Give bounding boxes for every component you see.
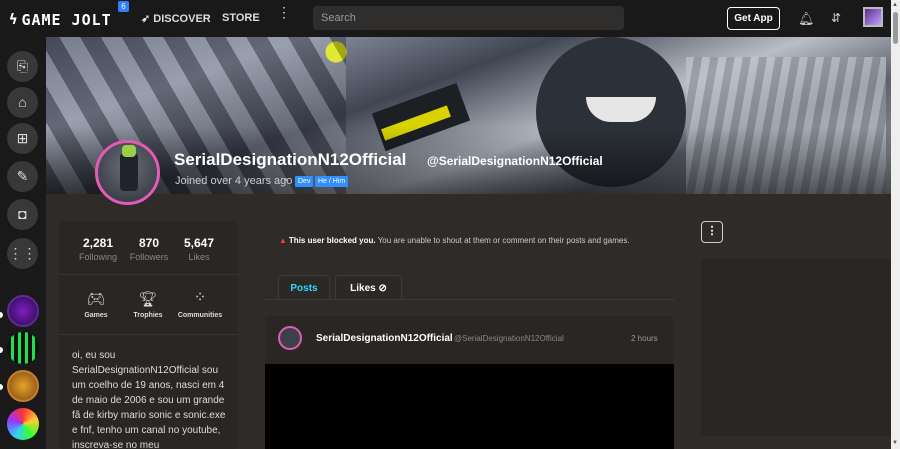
separator-dot: • xyxy=(285,175,289,185)
gamejolt-logo[interactable]: ϟ GAME JOLT xyxy=(9,11,112,29)
profile-options-button[interactable]: ⋮ xyxy=(701,221,723,243)
divider xyxy=(59,274,238,275)
blocked-message: You are unable to shout at them or comme… xyxy=(377,236,630,245)
profile-bio: oi, eu sou SerialDesignationN12Official … xyxy=(72,350,226,449)
realms-icon[interactable]: ◘ xyxy=(7,199,38,230)
profile-banner xyxy=(46,37,891,194)
tabs-underline xyxy=(264,299,674,300)
tab-likes[interactable]: Likes ⊘ xyxy=(335,275,402,300)
joined-date: Joined over 4 years ago xyxy=(175,175,293,187)
profile-username: @SerialDesignationN12Official xyxy=(427,154,603,168)
scrollbar-track[interactable] xyxy=(891,0,900,449)
scroll-up-arrow-icon[interactable]: ▲ xyxy=(892,2,898,8)
post-timestamp: 2 hours xyxy=(631,334,658,343)
divider xyxy=(59,334,238,335)
nav-store-link[interactable]: STORE xyxy=(222,12,260,24)
sidebar-community-2[interactable] xyxy=(7,332,39,364)
following-label: Following xyxy=(78,252,118,262)
notification-count-badge: 6 xyxy=(118,1,129,12)
logo-text: GAME JOLT xyxy=(21,11,112,29)
likes-count[interactable]: 5,647 xyxy=(174,236,224,250)
bell-icon[interactable]: 🔔︎ xyxy=(798,11,815,27)
search-input[interactable] xyxy=(313,6,624,30)
friends-icon[interactable]: ⇵ xyxy=(831,11,841,25)
pronouns-tag: He / Him xyxy=(315,176,349,187)
post-author-avatar[interactable] xyxy=(278,326,302,350)
user-avatar[interactable] xyxy=(863,7,883,27)
following-count[interactable]: 2,281 xyxy=(73,236,123,250)
vertical-ellipsis-icon[interactable]: ⋮ xyxy=(277,5,291,19)
right-sidebar-card xyxy=(701,259,891,436)
hidden-eye-icon: ⊘ xyxy=(378,283,387,294)
store-icon[interactable]: ⌂ xyxy=(7,87,38,118)
sidebar-community-1[interactable] xyxy=(7,295,39,327)
library-icon[interactable]: ⎘ xyxy=(7,51,38,82)
followers-count[interactable]: 870 xyxy=(124,236,174,250)
discover-label: DISCOVER xyxy=(153,13,211,25)
tab-posts[interactable]: Posts xyxy=(278,275,330,300)
games-link[interactable]: Games xyxy=(66,312,126,319)
followers-label: Followers xyxy=(129,252,169,262)
warning-icon: ▲ xyxy=(279,236,287,245)
lightning-bolt-icon: ϟ xyxy=(9,12,19,28)
rocket-icon: ➶ xyxy=(141,13,151,25)
dev-tag: Dev xyxy=(295,176,314,187)
communities-icon[interactable]: ⁘ xyxy=(180,288,220,306)
likes-label: Likes xyxy=(188,252,210,262)
scroll-down-arrow-icon[interactable]: ▼ xyxy=(892,440,898,446)
sidebar-community-4[interactable] xyxy=(7,408,39,440)
trophies-link[interactable]: Trophies xyxy=(118,312,178,319)
scrollbar-thumb[interactable] xyxy=(893,12,898,44)
sidebar-community-3[interactable] xyxy=(7,370,39,402)
nav-discover-link[interactable]: ➶ DISCOVER xyxy=(141,12,211,25)
communities-link[interactable]: Communities xyxy=(170,312,230,319)
get-app-button[interactable]: Get App xyxy=(727,7,780,30)
post-media[interactable] xyxy=(265,364,674,449)
blocked-title: This user blocked you. xyxy=(288,236,376,245)
post-author-username[interactable]: @SerialDesignationN12Official xyxy=(454,334,564,343)
profile-avatar[interactable] xyxy=(95,140,160,205)
profile-display-name: SerialDesignationN12Official xyxy=(174,150,407,169)
trophy-icon[interactable]: 🏆︎ xyxy=(128,290,168,308)
post-author-name[interactable]: SerialDesignationN12Official xyxy=(316,333,453,344)
likes-tab-label: Likes xyxy=(350,283,376,294)
gamepad-icon[interactable]: 🎮︎ xyxy=(76,290,116,308)
backpack-icon[interactable]: ⊞ xyxy=(7,123,38,154)
game-list-icon[interactable]: ⋮⋮ xyxy=(7,238,38,269)
quests-icon[interactable]: ✎ xyxy=(7,161,38,192)
blocked-notice: ▲ This user blocked you. You are unable t… xyxy=(279,236,630,245)
